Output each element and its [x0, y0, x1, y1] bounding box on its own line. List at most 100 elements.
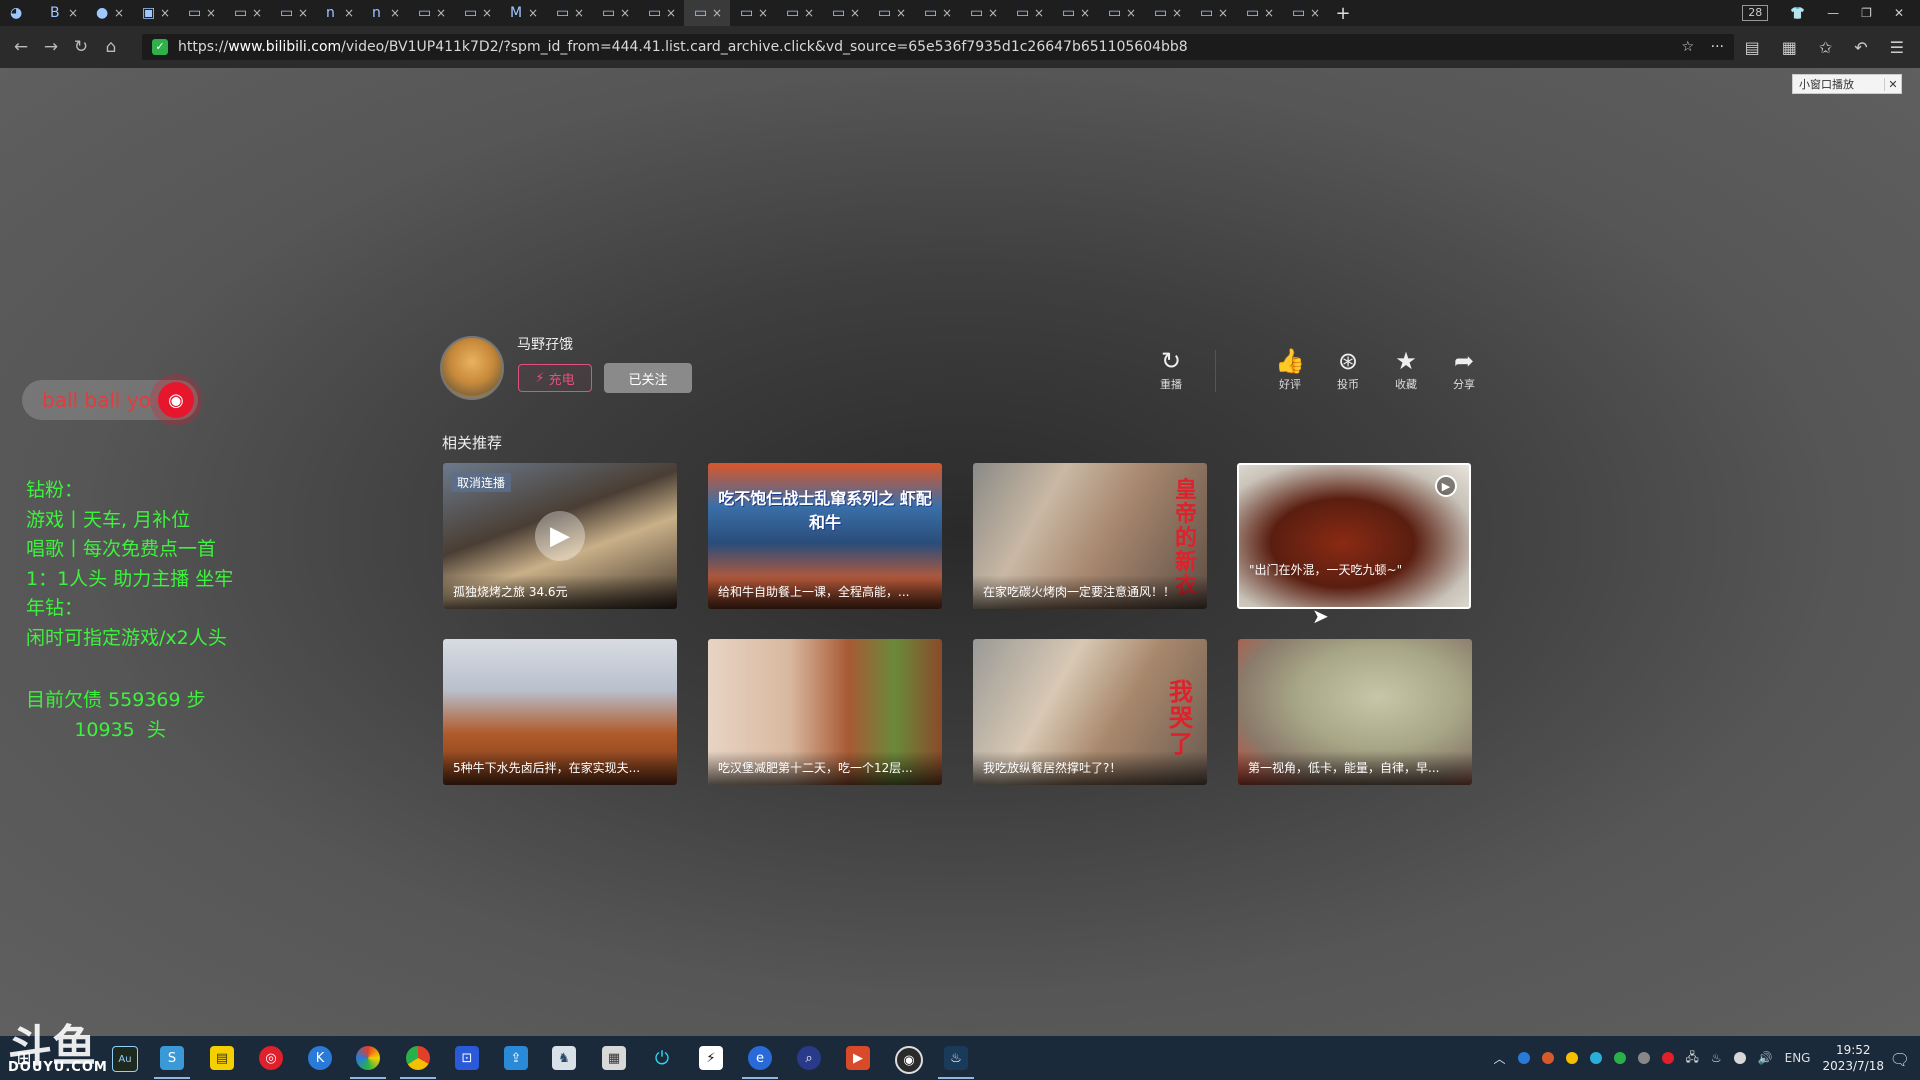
reload-icon[interactable]: ↻ — [66, 37, 96, 57]
browser-icon[interactable]: e — [742, 1046, 778, 1079]
browser-tab[interactable]: ▭ × — [684, 0, 730, 26]
close-icon[interactable]: ✕ — [1884, 77, 1901, 91]
close-tab-icon[interactable]: × — [1126, 6, 1136, 20]
like-button[interactable]: 👍 好评 — [1270, 348, 1310, 392]
related-video-card[interactable]: ▶ "出门在外混，一天吃九顿~" — [1237, 463, 1471, 609]
close-tab-icon[interactable]: × — [390, 6, 400, 20]
bookmark-star-icon[interactable]: ☆ — [1681, 39, 1694, 55]
close-tab-icon[interactable]: × — [1310, 6, 1320, 20]
close-tab-icon[interactable]: × — [850, 6, 860, 20]
home-icon[interactable]: ⌂ — [96, 37, 126, 57]
close-tab-icon[interactable]: × — [528, 6, 538, 20]
browser-tab[interactable]: ▭ × — [1236, 0, 1282, 26]
close-tab-icon[interactable]: × — [896, 6, 906, 20]
app-icon[interactable]: S — [154, 1046, 190, 1079]
browser-tab[interactable]: ▭ × — [960, 0, 1006, 26]
favorite-button[interactable]: ★ 收藏 — [1386, 348, 1426, 392]
related-video-card[interactable]: 5种牛下水先卤后拌，在家实现夫... — [443, 639, 677, 785]
browser-tab[interactable]: ▭ × — [592, 0, 638, 26]
close-tab-icon[interactable]: × — [252, 6, 262, 20]
related-video-card[interactable]: 第一视角，低卡，能量，自律，早... — [1238, 639, 1472, 785]
back-arrow-icon[interactable]: ← — [6, 37, 36, 57]
browser-tab[interactable]: ▭ × — [730, 0, 776, 26]
steam-tray-icon[interactable]: ♨ — [1711, 1051, 1722, 1065]
tray-app-icon[interactable] — [1589, 1052, 1602, 1064]
close-tab-icon[interactable]: × — [988, 6, 998, 20]
browser-tab[interactable]: ▭ × — [546, 0, 592, 26]
color-app-icon[interactable] — [350, 1046, 386, 1079]
close-tab-icon[interactable]: × — [298, 6, 308, 20]
calculator-icon[interactable]: ▦ — [602, 1046, 626, 1070]
video-player-area[interactable] — [0, 68, 1920, 1036]
close-tab-icon[interactable]: × — [482, 6, 492, 20]
chevron-up-icon[interactable]: ︿ — [1493, 1050, 1505, 1067]
close-tab-icon[interactable]: × — [574, 6, 584, 20]
url-input[interactable]: ✓ https://www.bilibili.com/video/BV1UP41… — [142, 34, 1734, 60]
close-tab-icon[interactable]: × — [1080, 6, 1090, 20]
thunder-icon[interactable]: ⚡ — [699, 1046, 723, 1070]
game-icon[interactable]: ♞ — [552, 1046, 576, 1070]
tab-count-badge[interactable]: 28 — [1742, 5, 1769, 21]
netease-tray-icon[interactable] — [1661, 1052, 1674, 1064]
author-avatar[interactable] — [440, 336, 504, 400]
obs-icon[interactable]: ◉ — [895, 1046, 923, 1074]
browser-tab[interactable]: ▭ × — [408, 0, 454, 26]
browser-tab[interactable]: ▭ × — [178, 0, 224, 26]
browser-tab[interactable]: ▭ × — [1098, 0, 1144, 26]
new-tab-button[interactable]: + — [1328, 3, 1358, 24]
forward-arrow-icon[interactable]: → — [36, 37, 66, 57]
browser-tab[interactable]: ▭ × — [776, 0, 822, 26]
reader-icon[interactable]: ▤ — [1745, 38, 1760, 57]
close-tab-icon[interactable]: × — [344, 6, 354, 20]
replay-button[interactable]: ↻ 重播 — [1151, 348, 1191, 392]
browser-tab[interactable]: M × — [500, 0, 546, 26]
secure-shield-icon[interactable]: ✓ — [152, 39, 168, 55]
notes-icon[interactable]: ▤ — [210, 1046, 234, 1070]
more-icon[interactable]: ··· — [1711, 39, 1724, 55]
apps-grid-icon[interactable]: ▦ — [1782, 38, 1797, 57]
restore-button[interactable]: ❐ — [1861, 6, 1872, 20]
remote-icon[interactable]: ⊡ — [455, 1046, 479, 1070]
related-video-card[interactable]: 取消连播 ▶ 孤独烧烤之旅 34.6元 — [443, 463, 677, 609]
browser-tab[interactable]: ▭ × — [224, 0, 270, 26]
tray-app-icon[interactable] — [1613, 1052, 1626, 1064]
browser-tab[interactable]: ▭ × — [454, 0, 500, 26]
tray-app-icon[interactable] — [1733, 1052, 1746, 1064]
browser-tab[interactable]: ▭ × — [1006, 0, 1052, 26]
favorites-icon[interactable]: ✩ — [1819, 38, 1832, 57]
related-video-card[interactable]: 吃汉堡减肥第十二天，吃一个12层... — [708, 639, 942, 785]
audition-icon[interactable]: Au — [112, 1046, 138, 1072]
close-tab-icon[interactable]: × — [1034, 6, 1044, 20]
follow-button[interactable]: 已关注 — [604, 363, 692, 393]
close-tab-icon[interactable]: × — [68, 6, 78, 20]
close-tab-icon[interactable]: × — [1264, 6, 1274, 20]
search-app-icon[interactable]: ⌕ — [797, 1046, 821, 1070]
minimize-button[interactable]: — — [1827, 6, 1839, 20]
tray-app-icon[interactable] — [1541, 1052, 1554, 1064]
network-icon[interactable]: 🖧 — [1686, 1048, 1699, 1069]
close-window-button[interactable]: ✕ — [1894, 6, 1904, 20]
close-tab-icon[interactable]: × — [114, 6, 124, 20]
close-tab-icon[interactable]: × — [1172, 6, 1182, 20]
close-tab-icon[interactable]: × — [712, 6, 722, 20]
close-tab-icon[interactable]: × — [1218, 6, 1228, 20]
clock[interactable]: 19:52 2023/7/18 — [1822, 1042, 1884, 1074]
browser-tab[interactable]: n × — [316, 0, 362, 26]
kugou-icon[interactable]: K — [308, 1046, 332, 1070]
undo-icon[interactable]: ↶ — [1854, 38, 1867, 57]
author-name[interactable]: 马野孖饿 — [517, 334, 573, 354]
mini-player-button[interactable]: 小窗口播放 ✕ — [1792, 74, 1902, 94]
close-tab-icon[interactable]: × — [666, 6, 676, 20]
skin-icon[interactable]: 👕 — [1790, 6, 1805, 20]
power-app-icon[interactable]: ⏻ — [650, 1046, 674, 1070]
share-button[interactable]: ➦ 分享 — [1444, 348, 1484, 392]
browser-tab[interactable]: ▭ × — [1282, 0, 1328, 26]
browser-tab[interactable]: ● × — [86, 0, 132, 26]
media-icon[interactable]: ▶ — [846, 1046, 870, 1070]
browser-tab[interactable]: ▭ × — [914, 0, 960, 26]
browser-tab[interactable]: B × — [40, 0, 86, 26]
steam-icon[interactable]: ♨ — [938, 1046, 974, 1079]
browser-tab[interactable]: ▭ × — [1144, 0, 1190, 26]
coin-button[interactable]: ⊛ 投币 — [1328, 348, 1368, 392]
related-video-card[interactable]: 我哭了 我吃放纵餐居然撑吐了?！ — [973, 639, 1207, 785]
